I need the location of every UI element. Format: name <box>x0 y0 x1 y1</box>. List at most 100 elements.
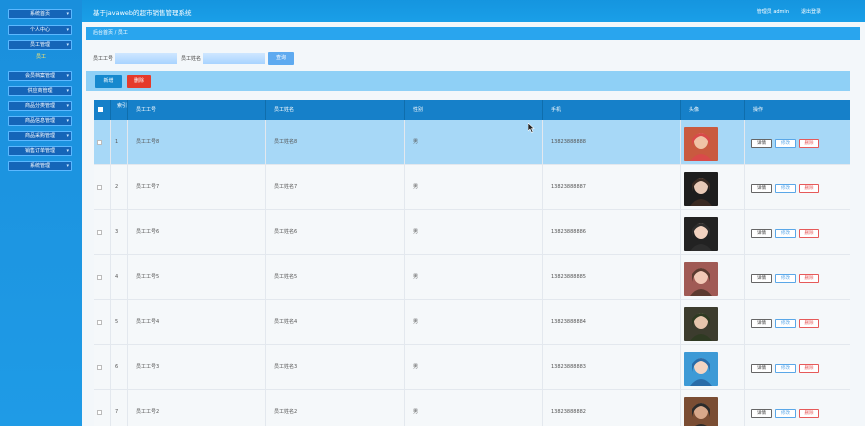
cell-phone: 13823888887 <box>542 165 680 210</box>
cell-phone: 13823888882 <box>542 390 680 426</box>
header-avatar: 头像 <box>680 100 744 120</box>
breadcrumb: 后台首页 / 员工 <box>86 27 860 40</box>
edit-button[interactable]: 修改 <box>775 364 796 373</box>
cell-gender: 男 <box>404 165 542 210</box>
row-checkbox[interactable] <box>97 275 102 280</box>
detail-button[interactable]: 详情 <box>751 364 772 373</box>
sidebar-item-orders[interactable]: 销售订单管理 ▾ <box>8 146 72 156</box>
sidebar-item-label: 商品采购管理 <box>24 133 55 139</box>
delete-button[interactable]: 删除 <box>127 75 151 88</box>
row-checkbox[interactable] <box>97 320 102 325</box>
detail-button[interactable]: 详情 <box>751 229 772 238</box>
cell-employee-name: 员工姓名2 <box>265 390 404 426</box>
cell-employee-name: 员工姓名8 <box>265 120 404 165</box>
chevron-icon: ▾ <box>66 148 69 154</box>
row-checkbox[interactable] <box>97 365 102 370</box>
cell-index: 5 <box>110 300 127 345</box>
chevron-icon: ▾ <box>66 163 69 169</box>
cell-phone: 13823888883 <box>542 345 680 390</box>
row-delete-button[interactable]: 删除 <box>799 274 819 283</box>
sidebar-item-label: 系统管理 <box>29 163 50 169</box>
row-checkbox[interactable] <box>97 185 102 190</box>
row-delete-button[interactable]: 删除 <box>799 184 819 193</box>
breadcrumb-home[interactable]: 后台首页 <box>93 30 113 36</box>
cell-employee-id: 员工工号3 <box>127 345 265 390</box>
cell-employee-name: 员工姓名7 <box>265 165 404 210</box>
edit-button[interactable]: 修改 <box>775 184 796 193</box>
cell-employee-name: 员工姓名3 <box>265 345 404 390</box>
breadcrumb-current: 员工 <box>117 30 128 36</box>
sidebar-item-goods[interactable]: 商品信息管理 ▾ <box>8 116 72 126</box>
employee-id-input[interactable] <box>115 53 177 64</box>
row-delete-button[interactable]: 删除 <box>799 409 819 418</box>
sidebar-item-label: 商品信息管理 <box>24 118 55 124</box>
cell-employee-id: 员工工号2 <box>127 390 265 426</box>
header-checkbox[interactable] <box>94 100 110 120</box>
sidebar-item-purchase[interactable]: 商品采购管理 ▾ <box>8 131 72 141</box>
edit-button[interactable]: 修改 <box>775 319 796 328</box>
sidebar-item-label: 个人中心 <box>29 27 50 33</box>
cell-index: 7 <box>110 390 127 426</box>
breadcrumb-sep: / <box>114 30 117 36</box>
avatar-image <box>684 262 718 296</box>
row-delete-button[interactable]: 删除 <box>799 139 819 148</box>
cell-gender: 男 <box>404 390 542 426</box>
detail-button[interactable]: 详情 <box>751 409 772 418</box>
employee-name-input[interactable] <box>203 53 265 64</box>
sidebar-item-supplier[interactable]: 供应商管理 ▾ <box>8 86 72 96</box>
mouse-cursor-icon <box>528 123 535 133</box>
top-header: 基于javaweb的超市销售管理系统 管理员 admin 退出登录 <box>82 0 865 22</box>
cell-index: 4 <box>110 255 127 300</box>
row-checkbox[interactable] <box>97 230 102 235</box>
sidebar-item-home[interactable]: 系统首页 ▾ <box>8 9 72 19</box>
cell-gender: 男 <box>404 120 542 165</box>
employee-id-label: 员工工号 <box>93 56 114 62</box>
table-row[interactable]: 2 员工工号7 员工姓名7 男 13823888887 详情 修改 删除 <box>94 165 850 210</box>
table-row[interactable]: 7 员工工号2 员工姓名2 男 13823888882 详情 修改 删除 <box>94 390 850 426</box>
logout-link[interactable]: 退出登录 <box>801 8 821 15</box>
sidebar-item-employee-mgmt[interactable]: 员工管理 ▾ <box>8 40 72 50</box>
detail-button[interactable]: 详情 <box>751 274 772 283</box>
table-row[interactable]: 5 员工工号4 员工姓名4 男 13823888884 详情 修改 删除 <box>94 300 850 345</box>
chevron-icon: ▾ <box>66 11 69 17</box>
sidebar-item-label: 会员档案管理 <box>24 73 55 79</box>
cell-phone: 13823888888 <box>542 120 680 165</box>
row-delete-button[interactable]: 删除 <box>799 319 819 328</box>
table-row[interactable]: 3 员工工号6 员工姓名6 男 13823888886 详情 修改 删除 <box>94 210 850 255</box>
row-checkbox[interactable] <box>97 140 102 145</box>
detail-button[interactable]: 详情 <box>751 184 772 193</box>
cell-index: 2 <box>110 165 127 210</box>
table-header: 索引 员工工号 员工姓名 性别 手机 头像 操作 <box>94 100 850 120</box>
cell-gender: 男 <box>404 345 542 390</box>
edit-button[interactable]: 修改 <box>775 229 796 238</box>
add-button[interactable]: 新增 <box>95 75 122 88</box>
header-index: 索引 <box>110 100 127 120</box>
table-row[interactable]: 4 员工工号5 员工姓名5 男 13823888885 详情 修改 删除 <box>94 255 850 300</box>
cell-phone: 13823888886 <box>542 210 680 255</box>
cell-index: 6 <box>110 345 127 390</box>
edit-button[interactable]: 修改 <box>775 409 796 418</box>
sidebar-item-system[interactable]: 系统管理 ▾ <box>8 161 72 171</box>
chevron-icon: ▾ <box>66 133 69 139</box>
detail-button[interactable]: 详情 <box>751 319 772 328</box>
app-title: 基于javaweb的超市销售管理系统 <box>93 9 192 17</box>
chevron-icon: ▾ <box>66 73 69 79</box>
row-delete-button[interactable]: 删除 <box>799 229 819 238</box>
detail-button[interactable]: 详情 <box>751 139 772 148</box>
sidebar-subitem-employee[interactable]: 员工 <box>0 52 82 62</box>
row-checkbox[interactable] <box>97 410 102 415</box>
sidebar-item-profile[interactable]: 个人中心 ▾ <box>8 25 72 35</box>
chevron-icon: ▾ <box>66 88 69 94</box>
sidebar-item-member[interactable]: 会员档案管理 ▾ <box>8 71 72 81</box>
avatar-image <box>684 397 718 426</box>
search-button[interactable]: 查询 <box>268 52 294 65</box>
table-row[interactable]: 1 员工工号8 员工姓名8 男 13823888888 详情 修改 删除 <box>94 120 850 165</box>
sidebar-item-label: 供应商管理 <box>27 88 53 94</box>
cell-employee-id: 员工工号4 <box>127 300 265 345</box>
edit-button[interactable]: 修改 <box>775 139 796 148</box>
edit-button[interactable]: 修改 <box>775 274 796 283</box>
sidebar-item-category[interactable]: 商品分类管理 ▾ <box>8 101 72 111</box>
table-row[interactable]: 6 员工工号3 员工姓名3 男 13823888883 详情 修改 删除 <box>94 345 850 390</box>
row-delete-button[interactable]: 删除 <box>799 364 819 373</box>
employee-name-label: 员工姓名 <box>181 56 202 62</box>
